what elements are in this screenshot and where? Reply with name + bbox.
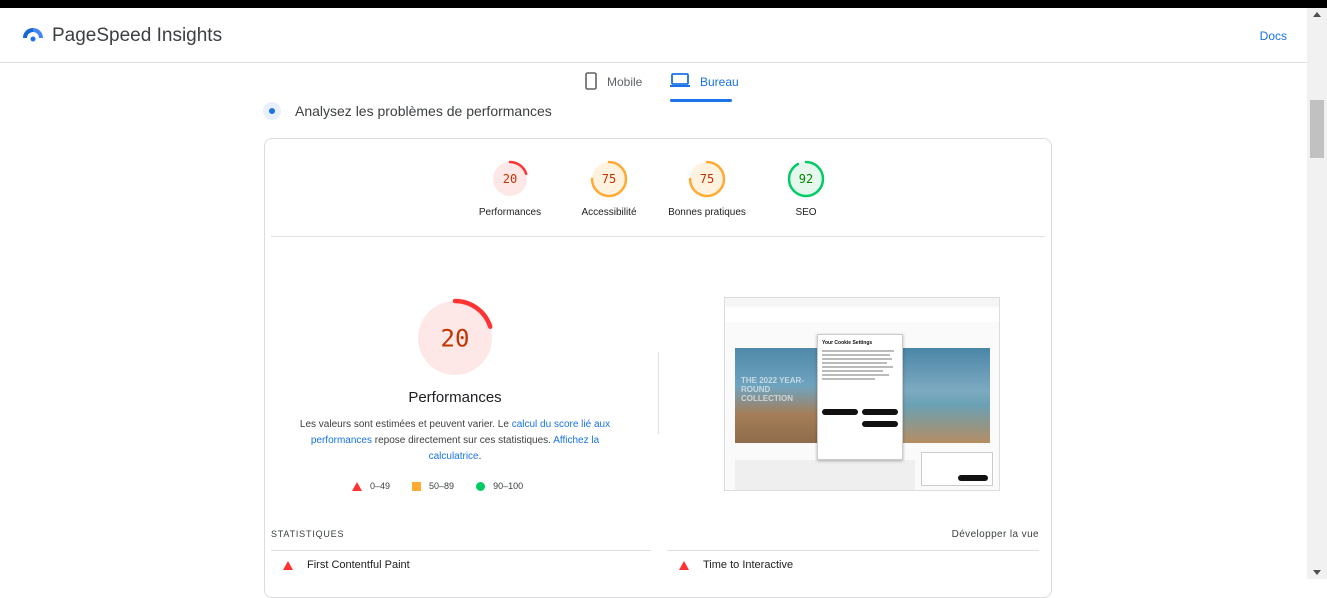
gauge-label: Accessibilité [581, 207, 637, 218]
stats-heading: STATISTIQUES [271, 529, 651, 551]
legend-pass: 90–100 [476, 481, 523, 491]
page-screenshot-thumbnail: THE 2022 YEAR-ROUND COLLECTION Your Cook… [724, 297, 1000, 491]
active-tab-indicator [670, 99, 732, 102]
metric-label: First Contentful Paint [307, 559, 410, 571]
thumb-hero-image [900, 348, 990, 443]
tab-mobile[interactable]: Mobile [585, 72, 642, 102]
gauge-ring-icon: 20 [491, 160, 529, 198]
desc-text: . [478, 451, 482, 462]
thumb-cookie-dialog: Your Cookie Settings [817, 334, 903, 460]
gauge-ring-icon: 75 [688, 160, 726, 198]
gauge-label: Performances [478, 207, 542, 218]
metric-tti: Time to Interactive [679, 559, 793, 571]
gauge-performances[interactable]: 20 Performances [455, 159, 565, 218]
docs-link[interactable]: Docs [1260, 29, 1287, 43]
thumb-strip [735, 460, 915, 490]
tab-desktop-label: Bureau [700, 75, 739, 89]
square-icon [412, 481, 422, 491]
pagespeed-logo-icon[interactable] [22, 26, 44, 44]
metric-fcp: First Contentful Paint [283, 559, 410, 571]
thumb-dialog-text [822, 350, 898, 380]
triangle-icon [679, 560, 689, 570]
expand-view-toggle[interactable]: Développer la vue [667, 529, 1039, 551]
thumb-dialog-title: Your Cookie Settings [822, 340, 873, 346]
gauge-bonnes-pratiques[interactable]: 75 Bonnes pratiques [652, 159, 762, 218]
browser-top-bar [0, 0, 1327, 8]
tab-desktop[interactable]: Bureau [670, 72, 739, 102]
legend-average: 50–89 [412, 481, 454, 491]
thumb-accept-button [822, 409, 858, 415]
triangle-icon [352, 481, 362, 491]
scroll-down-arrow-icon[interactable] [1313, 570, 1321, 575]
score-legend: 0–49 50–89 90–100 [352, 481, 523, 491]
page-scrollbar[interactable] [1307, 8, 1327, 579]
performance-title: Performances [408, 389, 502, 406]
circle-icon [476, 481, 486, 491]
laptop-icon [670, 73, 690, 87]
gauge-label: Bonnes pratiques [668, 207, 746, 218]
metric-label: Time to Interactive [703, 559, 794, 571]
thumb-hero-text: THE 2022 YEAR-ROUND COLLECTION [741, 376, 804, 403]
gauge-score-value: 20 [441, 324, 470, 352]
thumb-nav [725, 308, 999, 322]
legend-fail: 0–49 [352, 481, 390, 491]
desc-text: Les valeurs sont estimées et peuvent var… [299, 419, 512, 430]
scroll-thumb[interactable] [1310, 100, 1324, 158]
gauge-score-value: 20 [503, 172, 517, 186]
analyze-label: Analysez les problèmes de performances [295, 103, 552, 119]
analyze-heading: Analysez les problèmes de performances [263, 102, 552, 120]
triangle-icon [283, 560, 293, 570]
legend-label: 90–100 [493, 481, 524, 491]
report-card: 20 Performances 75 Accessibilité 75 Bonn… [264, 138, 1052, 598]
gauge-accessibilite[interactable]: 75 Accessibilité [554, 159, 664, 218]
thumb-more-button [862, 421, 898, 427]
score-gauges: 20 Performances 75 Accessibilité 75 Bonn… [265, 139, 1051, 237]
site-header: PageSpeed Insights Docs [0, 8, 1307, 63]
gauge-score-value: 75 [602, 172, 616, 186]
gauge-seo[interactable]: 92 SEO [751, 159, 861, 218]
gauges-divider [271, 236, 1045, 237]
gauge-score-value: 75 [700, 172, 714, 186]
performance-description: Les valeurs sont estimées et peuvent var… [295, 417, 615, 465]
legend-label: 50–89 [429, 481, 455, 491]
thumb-deny-button [862, 409, 898, 415]
phone-icon [585, 72, 597, 90]
performance-big-gauge: 20 [415, 298, 495, 378]
tab-mobile-label: Mobile [607, 75, 643, 89]
legend-label: 0–49 [370, 481, 391, 491]
analyze-status-icon [263, 102, 281, 120]
vertical-divider [658, 352, 659, 434]
desc-text: repose directement sur ces statistiques. [371, 435, 554, 446]
scroll-up-arrow-icon[interactable] [1313, 12, 1321, 17]
gauge-label: SEO [795, 207, 817, 218]
brand-title[interactable]: PageSpeed Insights [52, 25, 222, 47]
thumb-popup-button [958, 475, 988, 481]
gauge-score-value: 92 [799, 172, 813, 186]
gauge-ring-icon: 75 [590, 160, 628, 198]
thumb-region-popup [921, 452, 993, 486]
thumb-topbar [725, 298, 999, 306]
gauge-ring-icon: 92 [787, 160, 825, 198]
